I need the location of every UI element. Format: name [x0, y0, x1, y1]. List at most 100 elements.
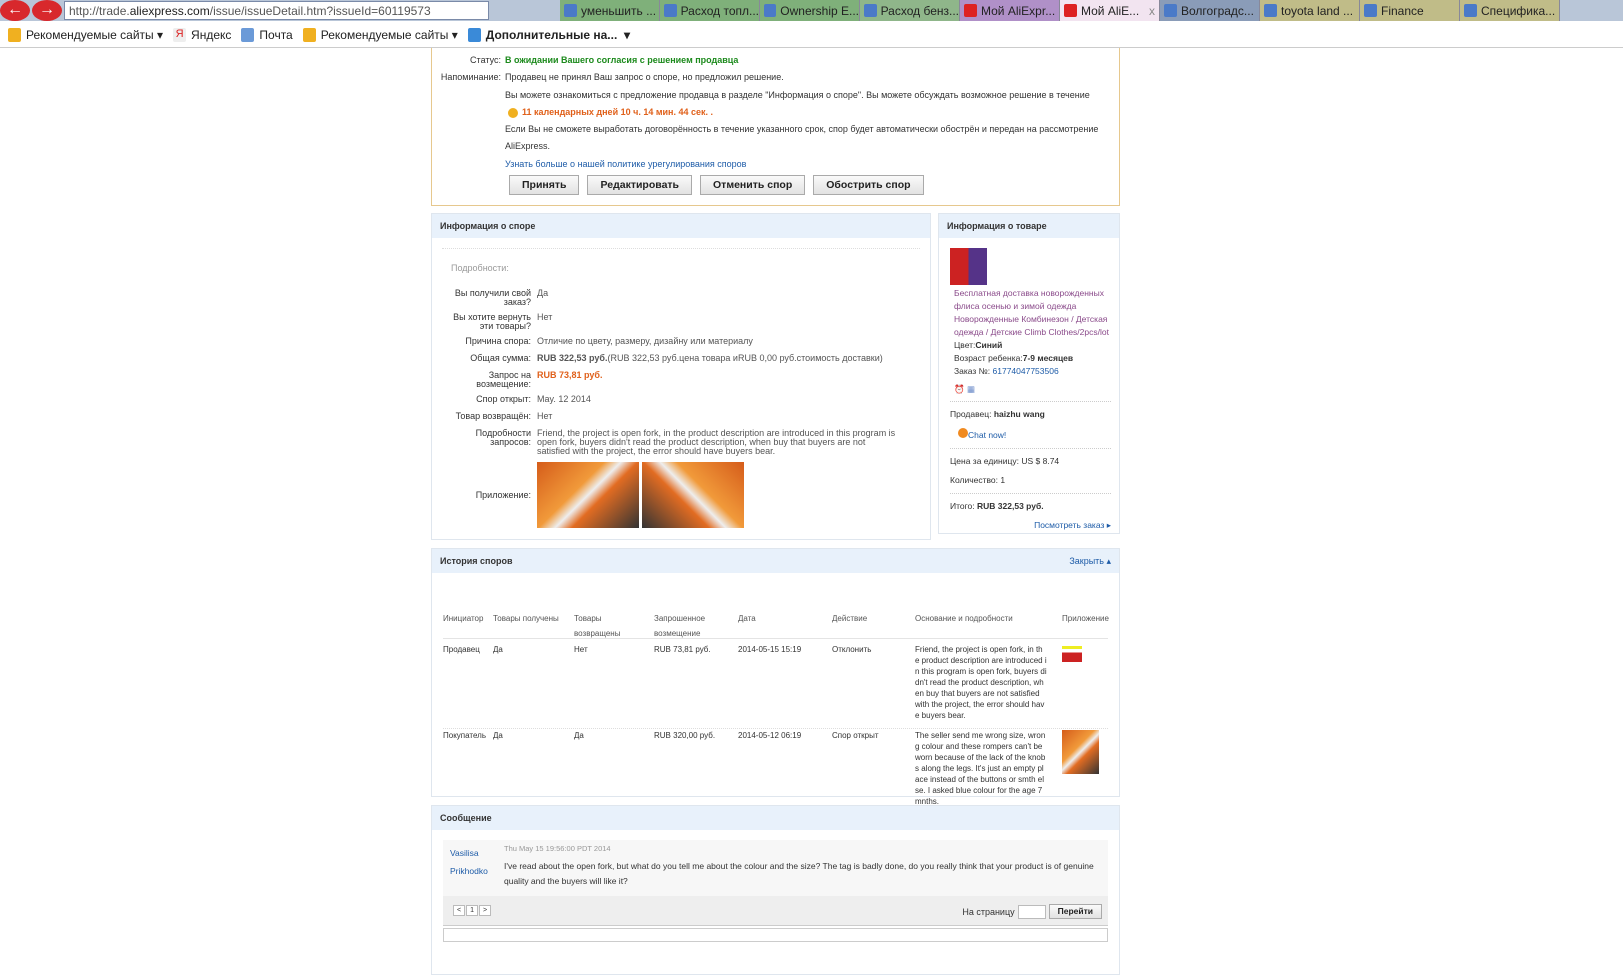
browser-tab[interactable]: Расход бенз... [860, 0, 960, 21]
detail-value: RUB 322,53 руб.(RUB 322,53 руб.цена това… [537, 353, 883, 363]
address-bar[interactable]: http://trade. aliexpress.com/issue/issueD… [64, 1, 489, 20]
divider [443, 728, 1108, 729]
attachment-label: Приложение: [475, 489, 531, 500]
tab-favicon [764, 4, 777, 17]
bookmark-label: Рекомендуемые сайты [320, 27, 449, 42]
view-order-link[interactable]: Посмотреть заказ ▸ [950, 519, 1111, 532]
next-page-button[interactable]: > [479, 905, 492, 916]
calendar-icon[interactable]: ▦ [967, 384, 975, 394]
alarm-clock-icon[interactable]: ⏰ [954, 384, 965, 394]
browser-tab[interactable]: Мой AliE... x [1060, 0, 1160, 21]
dispute-detail-row: Общая сумма: RUB 322,53 руб.(RUB 322,53 р… [442, 354, 920, 363]
edit-button[interactable]: Редактировать [587, 175, 693, 195]
bing-icon [8, 27, 21, 42]
browser-tab[interactable]: уменьшить ... [560, 0, 660, 21]
message-author[interactable]: Vasilisa Prikhodko [450, 844, 488, 880]
price-label: Цена за единицу: [950, 456, 1019, 466]
attachment-image[interactable] [537, 462, 639, 528]
close-tab-icon[interactable]: x [1149, 4, 1155, 18]
product-thumbnail[interactable] [950, 248, 987, 285]
chat-now-link[interactable]: Chat now! [968, 430, 1006, 440]
escalate-dispute-button[interactable]: Обострить спор [813, 175, 924, 195]
detail-value: RUB 73,81 руб. [537, 370, 603, 380]
order-label: Заказ №: [954, 366, 991, 376]
table-cell: Friend, the project is open fork, in the… [915, 645, 1047, 720]
dispute-detail-row: Спор открыт: May. 12 2014 [442, 395, 920, 404]
dispute-history-panel: История споров Закрыть ▴ Инициатор Товары … [431, 548, 1120, 806]
table-row: Покупатель Да Да RUB 320,00 руб. 2014-05-12 … [443, 730, 1108, 814]
browser-tab[interactable]: Мой AliExpr... [960, 0, 1060, 21]
browser-tab[interactable]: Ownership E... [760, 0, 860, 21]
seller-name: haizhu wang [993, 409, 1045, 419]
product-name-link[interactable]: Бесплатная доставка новорожденных флиса … [950, 287, 1111, 339]
detail-label: Запрос на возмещение: [476, 370, 531, 389]
bookmark-recommended[interactable]: Рекомендуемые сайты ▾ [8, 27, 163, 42]
favorites-bar: Рекомендуемые сайты ▾ Я Яндекс Почта Реко… [0, 22, 1623, 48]
attachment-thumbnail[interactable] [1062, 730, 1099, 774]
dispute-detail-row: Вы получили свой заказ? Да [442, 289, 920, 307]
reply-textarea[interactable] [443, 928, 1108, 942]
column-header: Товары возвращены [574, 614, 621, 638]
detail-label: Подробности запросов: [475, 428, 531, 447]
order-number-link[interactable]: 61774047753506 [993, 366, 1059, 376]
tab-favicon [864, 4, 877, 17]
browser-tab[interactable]: Расход топл... [660, 0, 760, 21]
total-value: RUB 322,53 руб. [977, 501, 1044, 511]
attachment-image[interactable] [642, 462, 744, 528]
bookmark-mail[interactable]: Почта [241, 27, 293, 42]
tab-favicon [664, 4, 677, 17]
pagination-bar: < 1 > На страницу Перейти [443, 896, 1108, 926]
browser-tab[interactable]: toyota land ... [1260, 0, 1360, 21]
go-button[interactable]: Перейти [1048, 904, 1102, 919]
cancel-dispute-button[interactable]: Отменить спор [700, 175, 806, 195]
browser-tab[interactable]: Finance [1360, 0, 1460, 21]
dispute-page: Статус: В ожидании Вашего согласия с реше… [431, 48, 1120, 206]
history-table: Инициатор Товары получены Товары возвращен… [443, 573, 1109, 806]
policy-link[interactable]: Узнать больше о нашей политике урегулиро… [505, 156, 746, 173]
column-header: Приложение [1062, 614, 1109, 623]
author-first: Vasilisa [450, 848, 479, 858]
product-info-panel: Информация о товаре Бесплатная доставка … [938, 213, 1120, 534]
tab-label: Волгоградс... [1181, 3, 1254, 18]
reminder-text: Продавец не принял Ваш запрос о споре, н… [505, 72, 784, 83]
message-item: Vasilisa Prikhodko Thu May 15 19:56:00 PD… [443, 840, 1108, 896]
page-1-button[interactable]: 1 [466, 905, 478, 916]
detail-value: Нет [537, 411, 553, 421]
browser-tab[interactable]: Специфика... [1460, 0, 1560, 21]
column-header: Товары получены [493, 614, 559, 623]
column-header: Действие [832, 614, 868, 623]
chat-icon [958, 428, 968, 438]
table-cell: RUB 320,00 руб. [654, 731, 716, 740]
detail-value: Friend, the project is open fork, in the… [537, 428, 896, 456]
forward-button[interactable]: → [32, 0, 62, 21]
table-cell: Да [574, 731, 584, 740]
clock-icon [508, 107, 518, 118]
back-button[interactable]: ← [0, 0, 30, 21]
column-header: Основание и подробности [915, 614, 1013, 623]
tab-label: Расход бенз... [880, 3, 959, 18]
page-number-input[interactable] [1017, 904, 1046, 919]
browser-tab[interactable]: Волгоградс... [1160, 0, 1260, 21]
bookmark-yandex[interactable]: Я Яндекс [173, 27, 231, 42]
reminder-label: Напоминание: [440, 72, 501, 83]
bing-icon [302, 27, 316, 42]
prev-page-button[interactable]: < [453, 905, 466, 916]
tab-label: Мой AliExpr... [981, 3, 1056, 18]
bookmark-recommended-2[interactable]: Рекомендуемые сайты ▾ [302, 27, 458, 42]
detail-value: Да [537, 288, 549, 298]
age-label: Возраст ребенка: [954, 353, 1023, 363]
attachment-thumbnail[interactable] [1062, 646, 1082, 662]
accept-button[interactable]: Принять [509, 175, 580, 195]
age-value: 7-9 месяцев [1022, 353, 1074, 363]
table-cell: 2014-05-15 15:19 [738, 645, 802, 654]
product-icons: ⏰ ▦ [950, 378, 1111, 401]
table-cell: Продавец [443, 645, 480, 654]
ie-icon [467, 27, 481, 42]
tab-label: Расход топл... [680, 3, 759, 18]
collapse-history-link[interactable]: Закрыть ▴ [1069, 549, 1111, 573]
bookmark-more[interactable]: Дополнительные на... ▾ [467, 27, 630, 42]
bookmark-label: Почта [259, 27, 293, 42]
tab-label: Ownership E... [780, 3, 859, 18]
table-cell: RUB 73,81 руб. [654, 645, 711, 654]
panel-title: Информация о споре [432, 214, 930, 238]
